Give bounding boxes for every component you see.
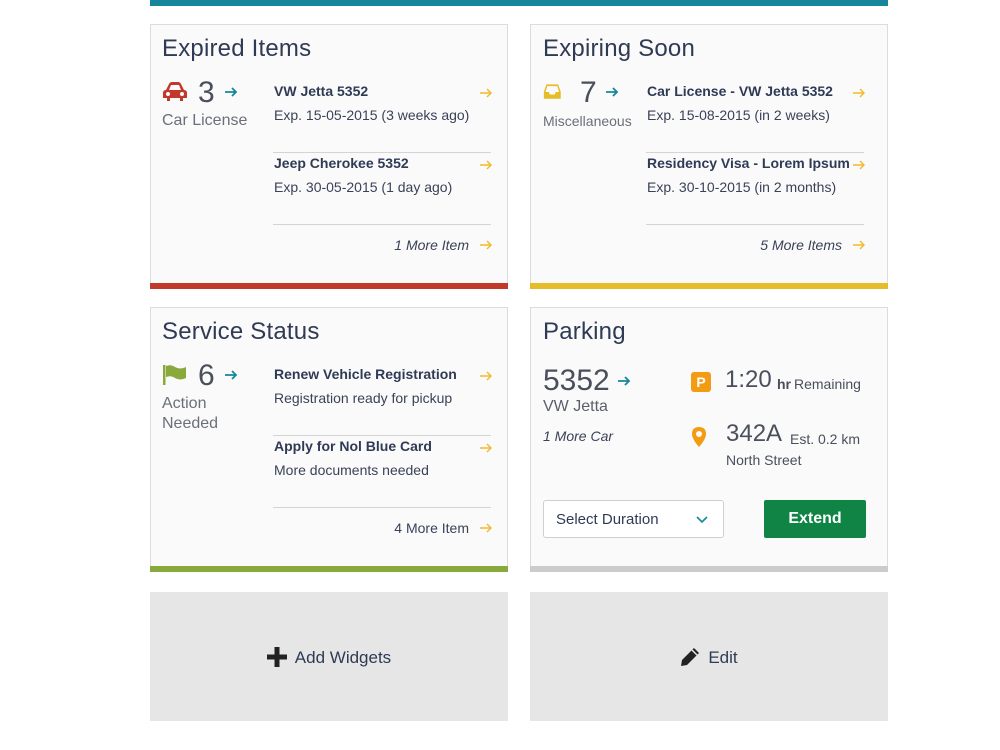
car-icon <box>163 82 187 101</box>
more-items-link[interactable]: 5 More Items <box>646 225 865 265</box>
list-item[interactable]: Apply for Nol Blue Card More documents n… <box>273 436 492 508</box>
duration-select-value: Select Duration <box>556 511 659 528</box>
item-title: VW Jetta 5352 <box>274 83 369 99</box>
edit-tile[interactable]: Edit <box>530 592 888 721</box>
add-widgets-tile[interactable]: Add Widgets <box>150 592 508 721</box>
service-label-line1: Action <box>162 395 207 412</box>
card-title: Expiring Soon <box>543 35 696 62</box>
more-items-link[interactable]: 1 More Item <box>273 225 492 265</box>
item-title: Residency Visa - Lorem Ipsum <box>647 155 850 171</box>
arrow-right-icon <box>480 240 492 250</box>
item-subtitle: Exp. 15-05-2015 (3 weeks ago) <box>274 107 470 123</box>
duration-select[interactable]: Select Duration <box>543 500 724 538</box>
list-item[interactable]: Renew Vehicle Registration Registration … <box>273 364 492 436</box>
card-title: Service Status <box>162 318 320 345</box>
item-title: Car License - VW Jetta 5352 <box>647 83 833 99</box>
parking-time-unit: hr <box>777 376 791 392</box>
item-title: Apply for Nol Blue Card <box>274 438 432 454</box>
more-items-text: 5 More Items <box>760 237 842 253</box>
more-items-text: 1 More Item <box>394 237 469 253</box>
arrow-right-icon <box>480 443 492 453</box>
list-item[interactable]: Car License - VW Jetta 5352 Exp. 15-08-2… <box>646 81 865 153</box>
expiring-soon-card: Expiring Soon 7 Miscellaneous Car Licens… <box>530 24 888 289</box>
expiring-list: Car License - VW Jetta 5352 Exp. 15-08-2… <box>646 81 865 265</box>
extend-button[interactable]: Extend <box>764 500 866 538</box>
parking-spot: 342A <box>726 420 783 447</box>
parking-car-name: VW Jetta <box>543 398 608 415</box>
parking-card: Parking 5352 VW Jetta 1 More Car P 1:20 … <box>530 307 888 572</box>
item-subtitle: More documents needed <box>274 462 429 478</box>
list-item[interactable]: Jeep Cherokee 5352 Exp. 30-05-2015 (1 da… <box>273 153 492 225</box>
more-items-link[interactable]: 4 More Item <box>273 508 492 548</box>
arrow-right-icon <box>853 88 865 98</box>
expiring-label: Miscellaneous <box>543 113 632 129</box>
parking-badge-icon: P <box>691 372 711 392</box>
arrow-right-icon[interactable] <box>224 85 238 99</box>
item-subtitle: Exp. 15-08-2015 (in 2 weeks) <box>647 107 830 123</box>
service-count: 6 <box>198 359 215 392</box>
parking-time: 1:20 <box>725 366 772 393</box>
item-subtitle: Exp. 30-05-2015 (1 day ago) <box>274 179 453 195</box>
location-pin-icon <box>692 427 706 447</box>
item-subtitle: Exp. 30-10-2015 (in 2 months) <box>647 179 837 195</box>
parking-plate[interactable]: 5352 <box>543 364 610 398</box>
plus-icon <box>266 647 287 667</box>
parking-street: North Street <box>726 452 802 468</box>
parking-time-remaining: Remaining <box>794 376 861 392</box>
card-accent-bar <box>530 283 888 289</box>
add-widgets-label: Add Widgets <box>294 648 392 667</box>
flag-icon <box>163 365 186 385</box>
edit-label: Edit <box>708 648 738 667</box>
expired-summary[interactable]: 3 Car License <box>162 75 270 131</box>
service-label-line2: Needed <box>162 415 219 432</box>
pencil-icon <box>681 648 700 666</box>
card-accent-bar <box>150 283 508 289</box>
card-accent-bar <box>150 566 508 572</box>
list-item[interactable]: VW Jetta 5352 Exp. 15-05-2015 (3 weeks a… <box>273 81 492 153</box>
card-accent-bar <box>530 566 888 572</box>
list-item[interactable]: Residency Visa - Lorem Ipsum Exp. 30-10-… <box>646 153 865 225</box>
card-title: Parking <box>543 318 626 345</box>
arrow-right-icon[interactable] <box>224 368 238 382</box>
top-accent-bar <box>150 0 888 6</box>
arrow-right-icon <box>480 523 492 533</box>
expiring-count: 7 <box>580 76 597 109</box>
expiring-summary[interactable]: 7 Miscellaneous <box>543 75 651 131</box>
arrow-right-icon <box>480 160 492 170</box>
more-items-text: 4 More Item <box>394 520 469 536</box>
service-summary[interactable]: 6 Action Needed <box>162 358 270 434</box>
more-car-link[interactable]: 1 More Car <box>543 428 613 444</box>
expired-items-card: Expired Items 3 Car License VW Jetta 535… <box>150 24 508 289</box>
arrow-right-icon[interactable] <box>605 85 619 99</box>
expired-list: VW Jetta 5352 Exp. 15-05-2015 (3 weeks a… <box>273 81 492 265</box>
arrow-right-icon <box>853 240 865 250</box>
service-list: Renew Vehicle Registration Registration … <box>273 364 492 548</box>
arrow-right-icon <box>480 371 492 381</box>
expired-count: 3 <box>198 76 215 109</box>
item-title: Jeep Cherokee 5352 <box>274 155 409 171</box>
expired-label: Car License <box>162 112 248 129</box>
service-status-card: Service Status 6 Action Needed Renew Veh… <box>150 307 508 572</box>
arrow-right-icon <box>853 160 865 170</box>
item-subtitle: Registration ready for pickup <box>274 390 453 406</box>
parking-distance: Est. 0.2 km <box>790 431 861 447</box>
chevron-down-icon <box>696 516 708 524</box>
inbox-icon <box>543 84 561 99</box>
arrow-right-icon <box>480 88 492 98</box>
arrow-right-icon[interactable] <box>617 374 631 388</box>
card-title: Expired Items <box>162 35 312 62</box>
item-title: Renew Vehicle Registration <box>274 366 457 382</box>
